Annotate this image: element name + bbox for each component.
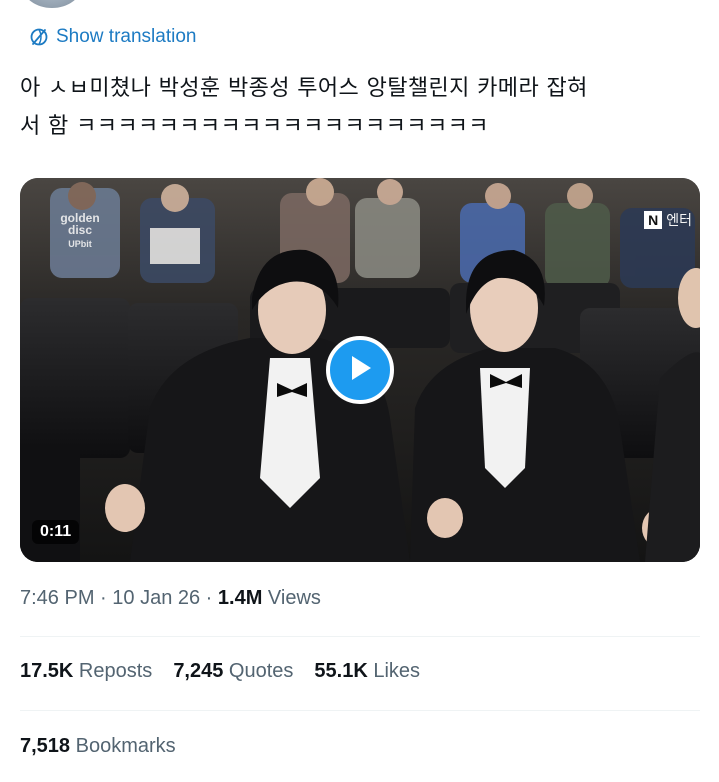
globe-translate-icon — [29, 27, 49, 47]
n-logo: N — [644, 211, 663, 229]
play-button[interactable] — [326, 336, 394, 404]
bookmarks-count: 7,518 — [20, 735, 71, 757]
reposts-count: 17.5K — [20, 660, 74, 682]
views-count: 1.4M — [217, 587, 263, 609]
divider-top — [20, 636, 700, 637]
quotes-stat[interactable]: 7,245 Quotes — [173, 660, 293, 683]
views-label: Views — [262, 587, 321, 609]
engagement-stats: 17.5K Reposts 7,245 Quotes 55.1K Likes — [20, 660, 420, 683]
golden-disc-watermark: golden disc UPbit — [50, 212, 110, 250]
likes-stat[interactable]: 55.1K Likes — [314, 660, 420, 683]
bookmarks-stat[interactable]: 7,518 Bookmarks — [20, 735, 176, 758]
reposts-stat[interactable]: 17.5K Reposts — [20, 660, 152, 683]
video-player[interactable]: golden disc UPbit N 엔터 0:11 — [20, 178, 700, 562]
reposts-label: Reposts — [73, 660, 153, 682]
video-duration-badge: 0:11 — [32, 520, 80, 544]
divider-bottom — [20, 710, 700, 711]
quotes-label: Quotes — [223, 660, 294, 682]
tweet-text: 아 ㅅㅂ미쳤나 박성훈 박종성 투어스 앙탈챌린지 카메라 잡혀 서 함 ㅋㅋㅋ… — [20, 76, 588, 139]
show-translation-link[interactable]: Show translation — [29, 26, 196, 48]
bookmarks-label: Bookmarks — [70, 735, 176, 757]
show-translation-label: Show translation — [56, 26, 197, 47]
likes-count: 55.1K — [314, 660, 368, 682]
meta-separator: · — [94, 587, 113, 609]
meta-separator-2: · — [200, 587, 218, 609]
tweet-time[interactable]: 7:46 PM — [20, 587, 94, 609]
tweet-metadata: 7:46 PM · 10 Jan 26 · 1.4M Views — [20, 587, 321, 610]
likes-label: Likes — [367, 660, 421, 682]
watermark-line-disc: disc — [67, 223, 92, 237]
n-enter-text: 엔터 — [666, 213, 692, 229]
tweet-date[interactable]: 10 Jan 26 — [112, 587, 200, 609]
author-avatar[interactable] — [22, 0, 82, 8]
n-enter-watermark: N 엔터 — [644, 210, 692, 230]
quotes-count: 7,245 — [173, 660, 224, 682]
watermark-line-upbit: UPbit — [68, 239, 92, 249]
play-icon — [347, 354, 373, 386]
